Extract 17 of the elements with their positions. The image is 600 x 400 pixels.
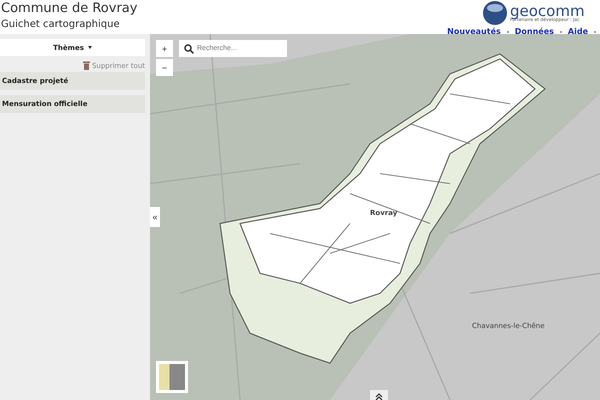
nav-link[interactable]: Aide: [568, 27, 588, 34]
zoom-out-button[interactable]: −: [156, 59, 173, 76]
nav-link[interactable]: Nouveautés: [447, 27, 501, 34]
nav-link[interactable]: Données: [514, 27, 554, 34]
zoom-in-button[interactable]: +: [156, 40, 173, 57]
search-icon: [184, 44, 194, 54]
expand-panel-button[interactable]: [370, 390, 388, 400]
double-chevron-up-icon: [375, 393, 383, 400]
trash-icon: [82, 61, 90, 70]
app-title: Commune de Rovray: [1, 1, 138, 16]
app-subtitle: Guichet cartographique: [1, 19, 121, 30]
thumbnail-picture: [159, 364, 185, 390]
basemap-thumbnail[interactable]: [156, 361, 188, 393]
caret-icon: [88, 46, 92, 49]
logo-text: geocomm: [510, 4, 585, 18]
globe-logo-icon: [482, 0, 508, 26]
collapse-sidebar-button[interactable]: «: [150, 207, 160, 227]
